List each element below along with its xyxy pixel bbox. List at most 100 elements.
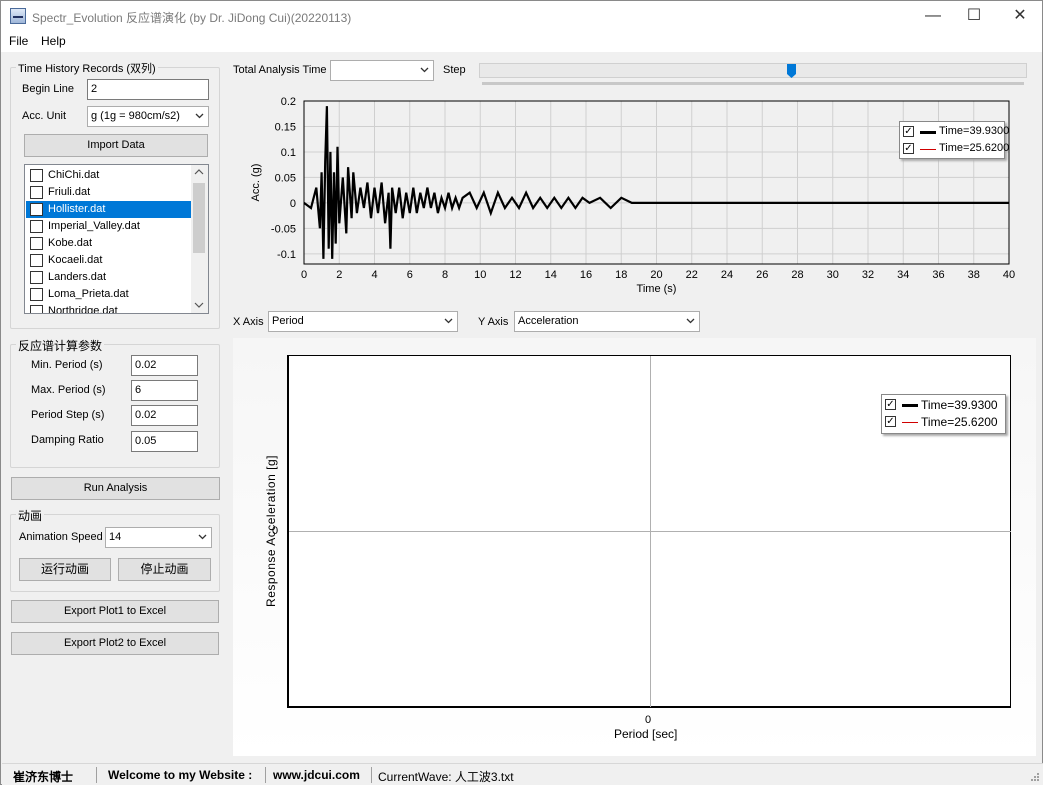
checkbox-icon[interactable]	[30, 254, 43, 267]
plot1-x-tick: 30	[827, 269, 839, 281]
plot1-legend: ✓ Time=39.9300 ✓ Time=25.6200	[899, 121, 1009, 159]
plot1-x-tick: 32	[862, 269, 874, 281]
plot1-y-tick: 0.2	[281, 96, 296, 108]
plot1-x-tick: 0	[301, 269, 307, 281]
plot1-x-axis-label: Time (s)	[637, 283, 677, 295]
period-step-input[interactable]: 0.02	[131, 405, 198, 426]
y-axis-select[interactable]: Acceleration	[514, 311, 700, 332]
step-label: Step	[443, 64, 466, 76]
max-period-input[interactable]: 6	[131, 380, 198, 401]
scroll-up-icon[interactable]	[194, 168, 204, 176]
title-bar: Spectr_Evolution 反应谱演化 (by Dr. JiDong Cu…	[1, 1, 1042, 31]
list-item[interactable]: Loma_Prieta.dat	[26, 286, 191, 303]
menu-help[interactable]: Help	[41, 34, 66, 48]
animation-speed-select[interactable]: 14	[105, 527, 212, 548]
animation-speed-label: Animation Speed	[19, 531, 103, 543]
record-file-list[interactable]: ChiChi.dat Friuli.dat Hollister.dat Impe…	[24, 164, 209, 314]
plot1-x-tick: 8	[442, 269, 448, 281]
import-data-button[interactable]: Import Data	[24, 134, 208, 157]
checkbox-icon[interactable]	[30, 186, 43, 199]
app-window: Spectr_Evolution 反应谱演化 (by Dr. JiDong Cu…	[0, 0, 1043, 785]
plot2-legend: ✓ Time=39.9300 ✓ Time=25.6200	[881, 394, 1006, 434]
list-item[interactable]: Kobe.dat	[26, 235, 191, 252]
list-item[interactable]: Imperial_Valley.dat	[26, 218, 191, 235]
list-item[interactable]: Northridge.dat	[26, 303, 191, 313]
checkbox-icon[interactable]	[30, 288, 43, 301]
list-item[interactable]: Kocaeli.dat	[26, 252, 191, 269]
checkbox-icon[interactable]	[30, 237, 43, 250]
acc-unit-label: Acc. Unit	[22, 110, 67, 122]
status-welcome: Welcome to my Website :	[108, 768, 253, 782]
checkbox-icon[interactable]: ✓	[885, 399, 896, 410]
begin-line-label: Begin Line	[22, 83, 74, 95]
step-slider-track	[482, 82, 1024, 85]
plot1-x-tick: 12	[509, 269, 521, 281]
plot1-x-tick: 22	[686, 269, 698, 281]
plot1-y-tick: 0.05	[275, 172, 296, 184]
plot1-x-tick: 28	[791, 269, 803, 281]
damping-ratio-label: Damping Ratio	[31, 434, 104, 446]
plot1-x-tick: 36	[932, 269, 944, 281]
checkbox-icon[interactable]	[30, 203, 43, 216]
size-grip-icon[interactable]	[1028, 772, 1040, 784]
export-plot2-button[interactable]: Export Plot2 to Excel	[11, 632, 219, 655]
damping-ratio-input[interactable]: 0.05	[131, 431, 198, 452]
run-animation-button[interactable]: 运行动画	[19, 558, 111, 581]
x-axis-select[interactable]: Period	[268, 311, 458, 332]
dropdown-arrow-icon	[195, 113, 204, 119]
max-period-label: Max. Period (s)	[31, 384, 106, 396]
plot1-x-tick: 16	[580, 269, 592, 281]
checkbox-icon[interactable]: ✓	[885, 416, 896, 427]
list-item[interactable]: Friuli.dat	[26, 184, 191, 201]
min-period-input[interactable]: 0.02	[131, 355, 198, 376]
plot1-y-axis-label: Acc. (g)	[250, 164, 262, 202]
menu-bar: File Help	[1, 31, 1042, 52]
maximize-button[interactable]: ☐	[951, 1, 997, 31]
checkbox-icon[interactable]	[30, 169, 43, 182]
stop-animation-button[interactable]: 停止动画	[118, 558, 211, 581]
menu-file[interactable]: File	[9, 34, 28, 48]
list-item[interactable]: Landers.dat	[26, 269, 191, 286]
plot1-x-tick: 40	[1003, 269, 1015, 281]
scroll-down-icon[interactable]	[194, 301, 204, 309]
status-current-wave: CurrentWave: 人工波3.txt	[378, 770, 514, 784]
status-website-link[interactable]: www.jdcui.com	[273, 768, 360, 782]
checkbox-icon[interactable]: ✓	[903, 126, 914, 137]
close-button[interactable]: ✕	[997, 1, 1043, 31]
period-step-label: Period Step (s)	[31, 409, 105, 421]
checkbox-icon[interactable]	[30, 305, 43, 313]
time-history-group-title: Time History Records (双列)	[16, 60, 158, 76]
step-slider[interactable]	[479, 63, 1027, 78]
acc-unit-select[interactable]: g (1g = 980cm/s2)	[87, 106, 209, 127]
plot2-x-axis-label: Period [sec]	[614, 727, 678, 741]
acc-unit-value: g (1g = 980cm/s2)	[91, 110, 180, 122]
plot1-x-tick: 14	[545, 269, 557, 281]
checkbox-icon[interactable]: ✓	[903, 143, 914, 154]
plot1-y-tick: 0	[290, 198, 296, 210]
plot2-grid-horizontal	[289, 531, 1011, 532]
list-item[interactable]: ChiChi.dat	[26, 167, 191, 184]
plot1-x-tick: 24	[721, 269, 733, 281]
list-item-selected[interactable]: Hollister.dat	[26, 201, 191, 218]
min-period-label: Min. Period (s)	[31, 359, 103, 371]
export-plot1-button[interactable]: Export Plot1 to Excel	[11, 600, 219, 623]
step-slider-thumb[interactable]	[787, 64, 796, 78]
begin-line-input[interactable]: 2	[87, 79, 209, 100]
plot1-x-tick: 2	[336, 269, 342, 281]
dropdown-arrow-icon	[444, 318, 453, 324]
total-analysis-time-select[interactable]	[330, 60, 434, 81]
animation-group-title: 动画	[16, 507, 45, 524]
plot2-y-axis-label: Response Acceleration [g]	[264, 455, 278, 607]
plot1-y-tick: 0.1	[281, 147, 296, 159]
run-analysis-button[interactable]: Run Analysis	[11, 477, 220, 500]
window-title: Spectr_Evolution 反应谱演化 (by Dr. JiDong Cu…	[32, 11, 352, 25]
dropdown-arrow-icon	[198, 534, 207, 540]
x-axis-value: Period	[272, 315, 304, 327]
list-scroll-thumb[interactable]	[193, 183, 205, 253]
checkbox-icon[interactable]	[30, 220, 43, 233]
y-axis-value: Acceleration	[518, 315, 579, 327]
app-icon	[10, 8, 26, 24]
minimize-button[interactable]: —	[910, 1, 956, 31]
list-scrollbar[interactable]	[191, 165, 208, 313]
checkbox-icon[interactable]	[30, 271, 43, 284]
